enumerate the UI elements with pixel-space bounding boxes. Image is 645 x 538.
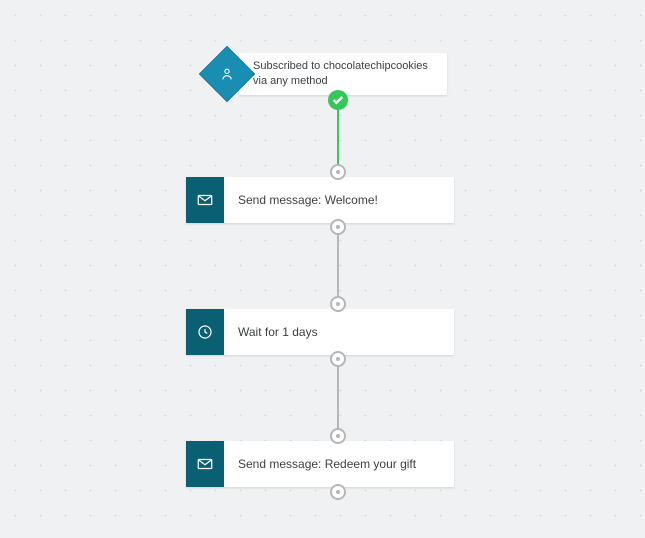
step-label: Send message: Redeem your gift — [224, 456, 430, 472]
connector-step1-to-step2 — [337, 225, 339, 303]
step-node[interactable]: Send message: Welcome! — [186, 177, 454, 223]
check-icon — [328, 90, 348, 110]
connector-node-end[interactable] — [330, 484, 346, 500]
connector-node[interactable] — [330, 219, 346, 235]
step-node[interactable]: Wait for 1 days — [186, 309, 454, 355]
connector-node[interactable] — [330, 296, 346, 312]
connector-node[interactable] — [330, 351, 346, 367]
mail-icon — [186, 441, 224, 487]
step-node[interactable]: Send message: Redeem your gift — [186, 441, 454, 487]
trigger-diamond — [207, 54, 247, 94]
step-label: Send message: Welcome! — [224, 192, 392, 208]
connector-node[interactable] — [330, 164, 346, 180]
mail-icon — [186, 177, 224, 223]
step-label: Wait for 1 days — [224, 324, 332, 340]
connector-step2-to-step3 — [337, 358, 339, 436]
clock-icon — [186, 309, 224, 355]
trigger-node[interactable]: Subscribed to chocolatechipcookies via a… — [207, 53, 447, 95]
connector-node[interactable] — [330, 428, 346, 444]
trigger-label: Subscribed to chocolatechipcookies via a… — [253, 59, 433, 89]
